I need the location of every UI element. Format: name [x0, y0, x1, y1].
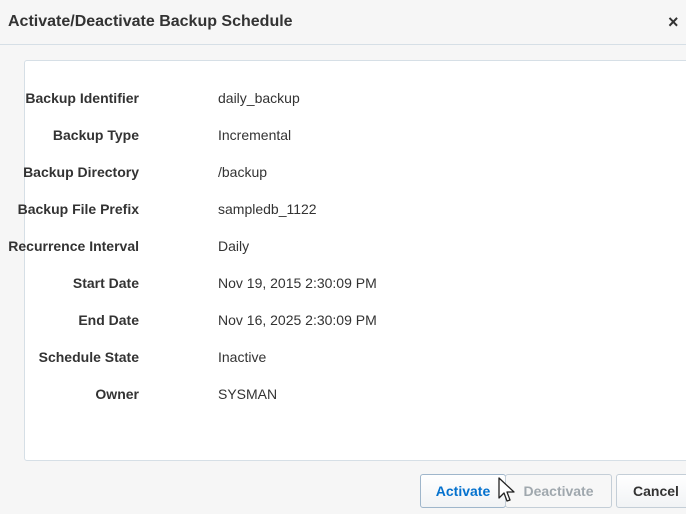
details-panel: Backup Identifier daily_backup Backup Ty…	[8, 60, 686, 461]
detail-label: Backup Identifier	[25, 90, 139, 106]
detail-value: sampledb_1122	[218, 201, 317, 217]
detail-value: SYSMAN	[218, 386, 278, 402]
detail-row-owner: Owner SYSMAN	[25, 384, 625, 404]
detail-row-end-date: End Date Nov 16, 2025 2:30:09 PM	[25, 310, 625, 330]
detail-label: Backup Directory	[23, 164, 139, 180]
deactivate-button[interactable]: Deactivate	[505, 474, 612, 508]
detail-label: Schedule State	[38, 349, 139, 365]
detail-label: Backup File Prefix	[17, 201, 139, 217]
detail-row-schedule-state: Schedule State Inactive	[25, 347, 625, 367]
detail-row-backup-identifier: Backup Identifier daily_backup	[25, 88, 625, 108]
detail-label: End Date	[78, 312, 139, 328]
detail-label: Backup Type	[52, 127, 139, 143]
detail-row-recurrence-interval: Recurrence Interval Daily	[8, 236, 625, 256]
dialog-titlebar: Activate/Deactivate Backup Schedule ×	[0, 0, 686, 45]
detail-value: Nov 19, 2015 2:30:09 PM	[218, 275, 377, 291]
close-icon[interactable]: ×	[668, 9, 686, 35]
detail-row-backup-type: Backup Type Incremental	[25, 125, 625, 145]
backup-schedule-dialog: Activate/Deactivate Backup Schedule × Ba…	[0, 0, 686, 514]
detail-value: Inactive	[218, 349, 267, 365]
cancel-button[interactable]: Cancel	[616, 474, 686, 508]
detail-label: Recurrence Interval	[8, 238, 139, 254]
detail-row-backup-directory: Backup Directory /backup	[23, 162, 625, 182]
detail-label: Start Date	[72, 275, 139, 291]
detail-value: /backup	[218, 164, 268, 180]
detail-row-start-date: Start Date Nov 19, 2015 2:30:09 PM	[25, 273, 625, 293]
dialog-title: Activate/Deactivate Backup Schedule	[8, 13, 293, 30]
detail-label: Owner	[95, 386, 139, 402]
detail-value: Nov 16, 2025 2:30:09 PM	[218, 312, 377, 328]
detail-row-backup-file-prefix: Backup File Prefix sampledb_1122	[18, 199, 625, 219]
detail-value: Incremental	[218, 127, 292, 143]
activate-button[interactable]: Activate	[420, 474, 506, 508]
detail-value: daily_backup	[218, 90, 300, 106]
detail-value: Daily	[218, 238, 250, 254]
